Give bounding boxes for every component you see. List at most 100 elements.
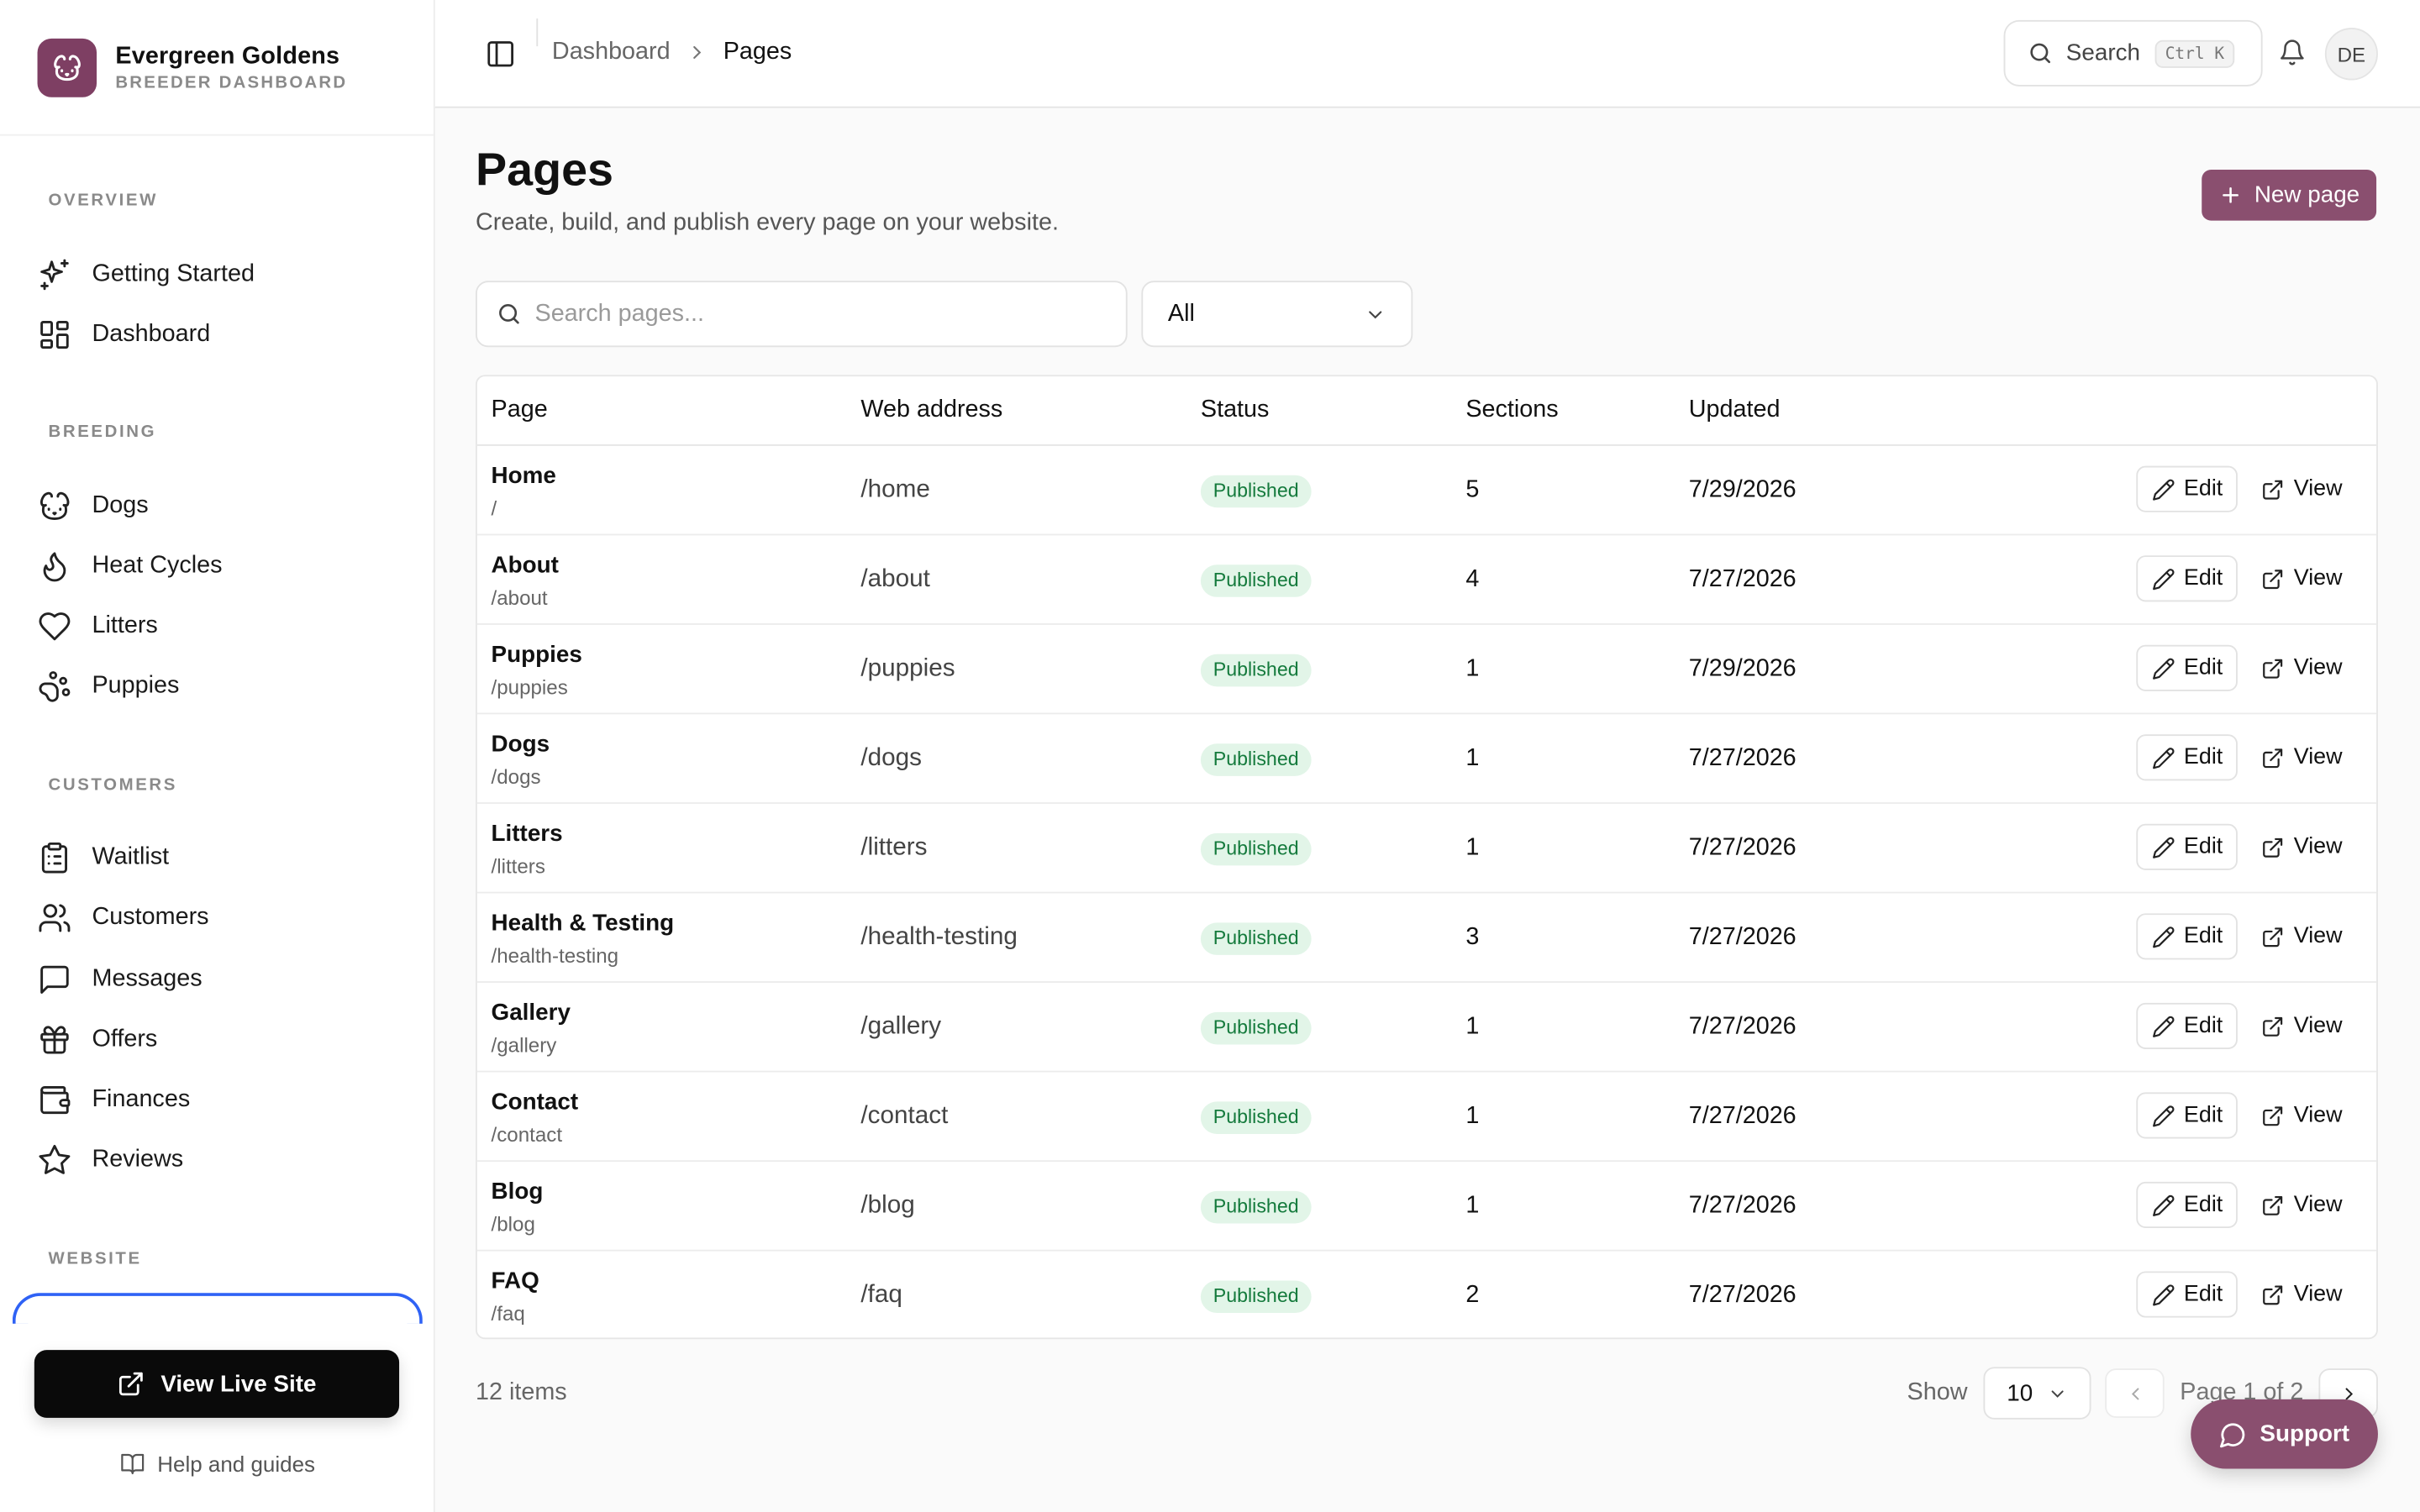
page-web-address: /dogs [860,745,922,772]
external-link-icon [2261,657,2294,680]
page-name[interactable]: Dogs [492,732,550,758]
view-live-site-button[interactable]: View Live Site [34,1350,400,1418]
search-pages-input[interactable] [534,300,1097,328]
edit-label: Edit [2183,1103,2223,1128]
page-name[interactable]: About [492,553,559,579]
sidebar-item-getting-started[interactable]: Getting Started [38,251,412,297]
sidebar-item-finances[interactable]: Finances [38,1077,412,1123]
prev-page-button[interactable] [2105,1368,2165,1418]
help-guides-link[interactable]: Help and guides [0,1447,435,1481]
page-web-address: /health-testing [860,924,1018,951]
view-page-link[interactable]: View [2261,734,2343,780]
status-badge: Published [1200,564,1312,597]
sidebar-item-litters[interactable]: Litters [38,603,412,649]
view-page-link[interactable]: View [2261,555,2343,601]
sidebar-item-customers[interactable]: Customers [38,895,412,941]
global-search-button[interactable]: Search Ctrl K [2003,19,2263,87]
panel-left-icon [487,41,513,67]
avatar[interactable]: DE [2324,28,2378,81]
sidebar-item-label: Litters [92,612,158,639]
pencil-icon [2151,567,2184,591]
sidebar-item-label: Customers [92,904,209,931]
view-page-link[interactable]: View [2261,913,2343,959]
view-page-link[interactable]: View [2261,1182,2343,1228]
view-page-link[interactable]: View [2261,466,2343,512]
view-page-link[interactable]: View [2261,1003,2343,1049]
brand-subtitle: BREEDER DASHBOARD [115,73,348,92]
sidebar: Evergreen Goldens BREEDER DASHBOARD OVER… [0,0,435,1512]
page-name[interactable]: Contact [492,1089,579,1116]
users-icon [38,901,72,935]
sidebar-item-dogs[interactable]: Dogs [38,483,412,529]
sidebar-item-active-partial[interactable] [12,1293,423,1324]
status-badge: Published [1200,743,1312,776]
page-name[interactable]: Litters [492,821,563,847]
page-name[interactable]: Gallery [492,1000,571,1026]
layout-grid-icon [38,318,72,351]
page-title: Pages [475,144,614,197]
page-web-address: /about [860,566,930,593]
new-page-button[interactable]: New page [2202,170,2377,221]
sidebar-item-offers[interactable]: Offers [38,1016,412,1063]
sidebar-item-puppies[interactable]: Puppies [38,664,412,710]
notifications-button[interactable] [2278,39,2306,66]
section-label-website: WEBSITE [48,1249,142,1268]
breadcrumb-dashboard[interactable]: Dashboard [552,39,671,66]
view-label: View [2293,1192,2343,1218]
page-slug: /dogs [491,765,541,789]
support-button[interactable]: Support [2191,1399,2378,1469]
view-label: View [2293,655,2343,680]
topbar: Dashboard Pages Search Ctrl K DE [434,0,2420,108]
page-sections-count: 2 [1465,1282,1480,1309]
sidebar-item-dashboard[interactable]: Dashboard [38,312,412,358]
message-square-icon [38,963,72,996]
edit-page-button[interactable]: Edit [2136,1271,2238,1318]
brand-name: Evergreen Goldens [115,42,340,69]
page-name[interactable]: Blog [492,1179,544,1205]
page-web-address: /contact [860,1103,949,1130]
sidebar-item-waitlist[interactable]: Waitlist [38,835,412,881]
status-badge: Published [1200,922,1312,955]
page-size-select[interactable]: 10 [1983,1367,2091,1420]
edit-page-button[interactable]: Edit [2136,823,2238,870]
topbar-divider [536,18,539,47]
edit-page-button[interactable]: Edit [2136,1002,2238,1049]
edit-page-button[interactable]: Edit [2136,1092,2238,1139]
edit-page-button[interactable]: Edit [2136,1181,2238,1229]
page-name[interactable]: Health & Testing [492,911,675,937]
view-page-link[interactable]: View [2261,1271,2343,1317]
page-sections-count: 1 [1465,745,1480,772]
status-filter-select[interactable]: All [1141,281,1413,348]
app-root: Evergreen Goldens BREEDER DASHBOARD OVER… [0,0,2420,1512]
sidebar-item-messages[interactable]: Messages [38,957,412,1003]
wallet-icon [38,1083,72,1116]
page-name[interactable]: Home [492,463,556,489]
edit-page-button[interactable]: Edit [2136,555,2238,602]
avatar-initials: DE [2337,42,2366,66]
edit-page-button[interactable]: Edit [2136,644,2238,691]
brand[interactable]: Evergreen Goldens BREEDER DASHBOARD [0,0,434,136]
view-page-link[interactable]: View [2261,1092,2343,1138]
edit-page-button[interactable]: Edit [2136,465,2238,512]
edit-page-button[interactable]: Edit [2136,734,2238,781]
table-row: Health & Testing/health-testing/health-t… [476,893,2377,983]
page-name[interactable]: FAQ [492,1268,539,1294]
external-link-icon [2261,1194,2294,1217]
page-web-address: /faq [860,1282,902,1309]
status-badge: Published [1200,475,1312,508]
page-updated-date: 7/27/2026 [1688,834,1797,861]
view-page-link[interactable]: View [2261,824,2343,870]
sidebar-toggle-button[interactable] [485,39,516,70]
table-row: FAQ/faq/faq Published 2 7/27/2026 Edit View [477,1252,2376,1338]
chevron-right-icon [686,42,708,64]
page-name[interactable]: Puppies [492,642,582,668]
edit-page-button[interactable]: Edit [2136,913,2238,960]
sidebar-item-reviews[interactable]: Reviews [38,1137,412,1184]
view-page-link[interactable]: View [2261,645,2343,691]
page-web-address: /litters [860,834,928,861]
section-label-overview: OVERVIEW [48,191,158,210]
sidebar-item-label: Finances [92,1086,191,1113]
sidebar-item-heat-cycles[interactable]: Heat Cycles [38,543,412,590]
page-sections-count: 1 [1465,1192,1480,1219]
edit-label: Edit [2183,834,2223,860]
